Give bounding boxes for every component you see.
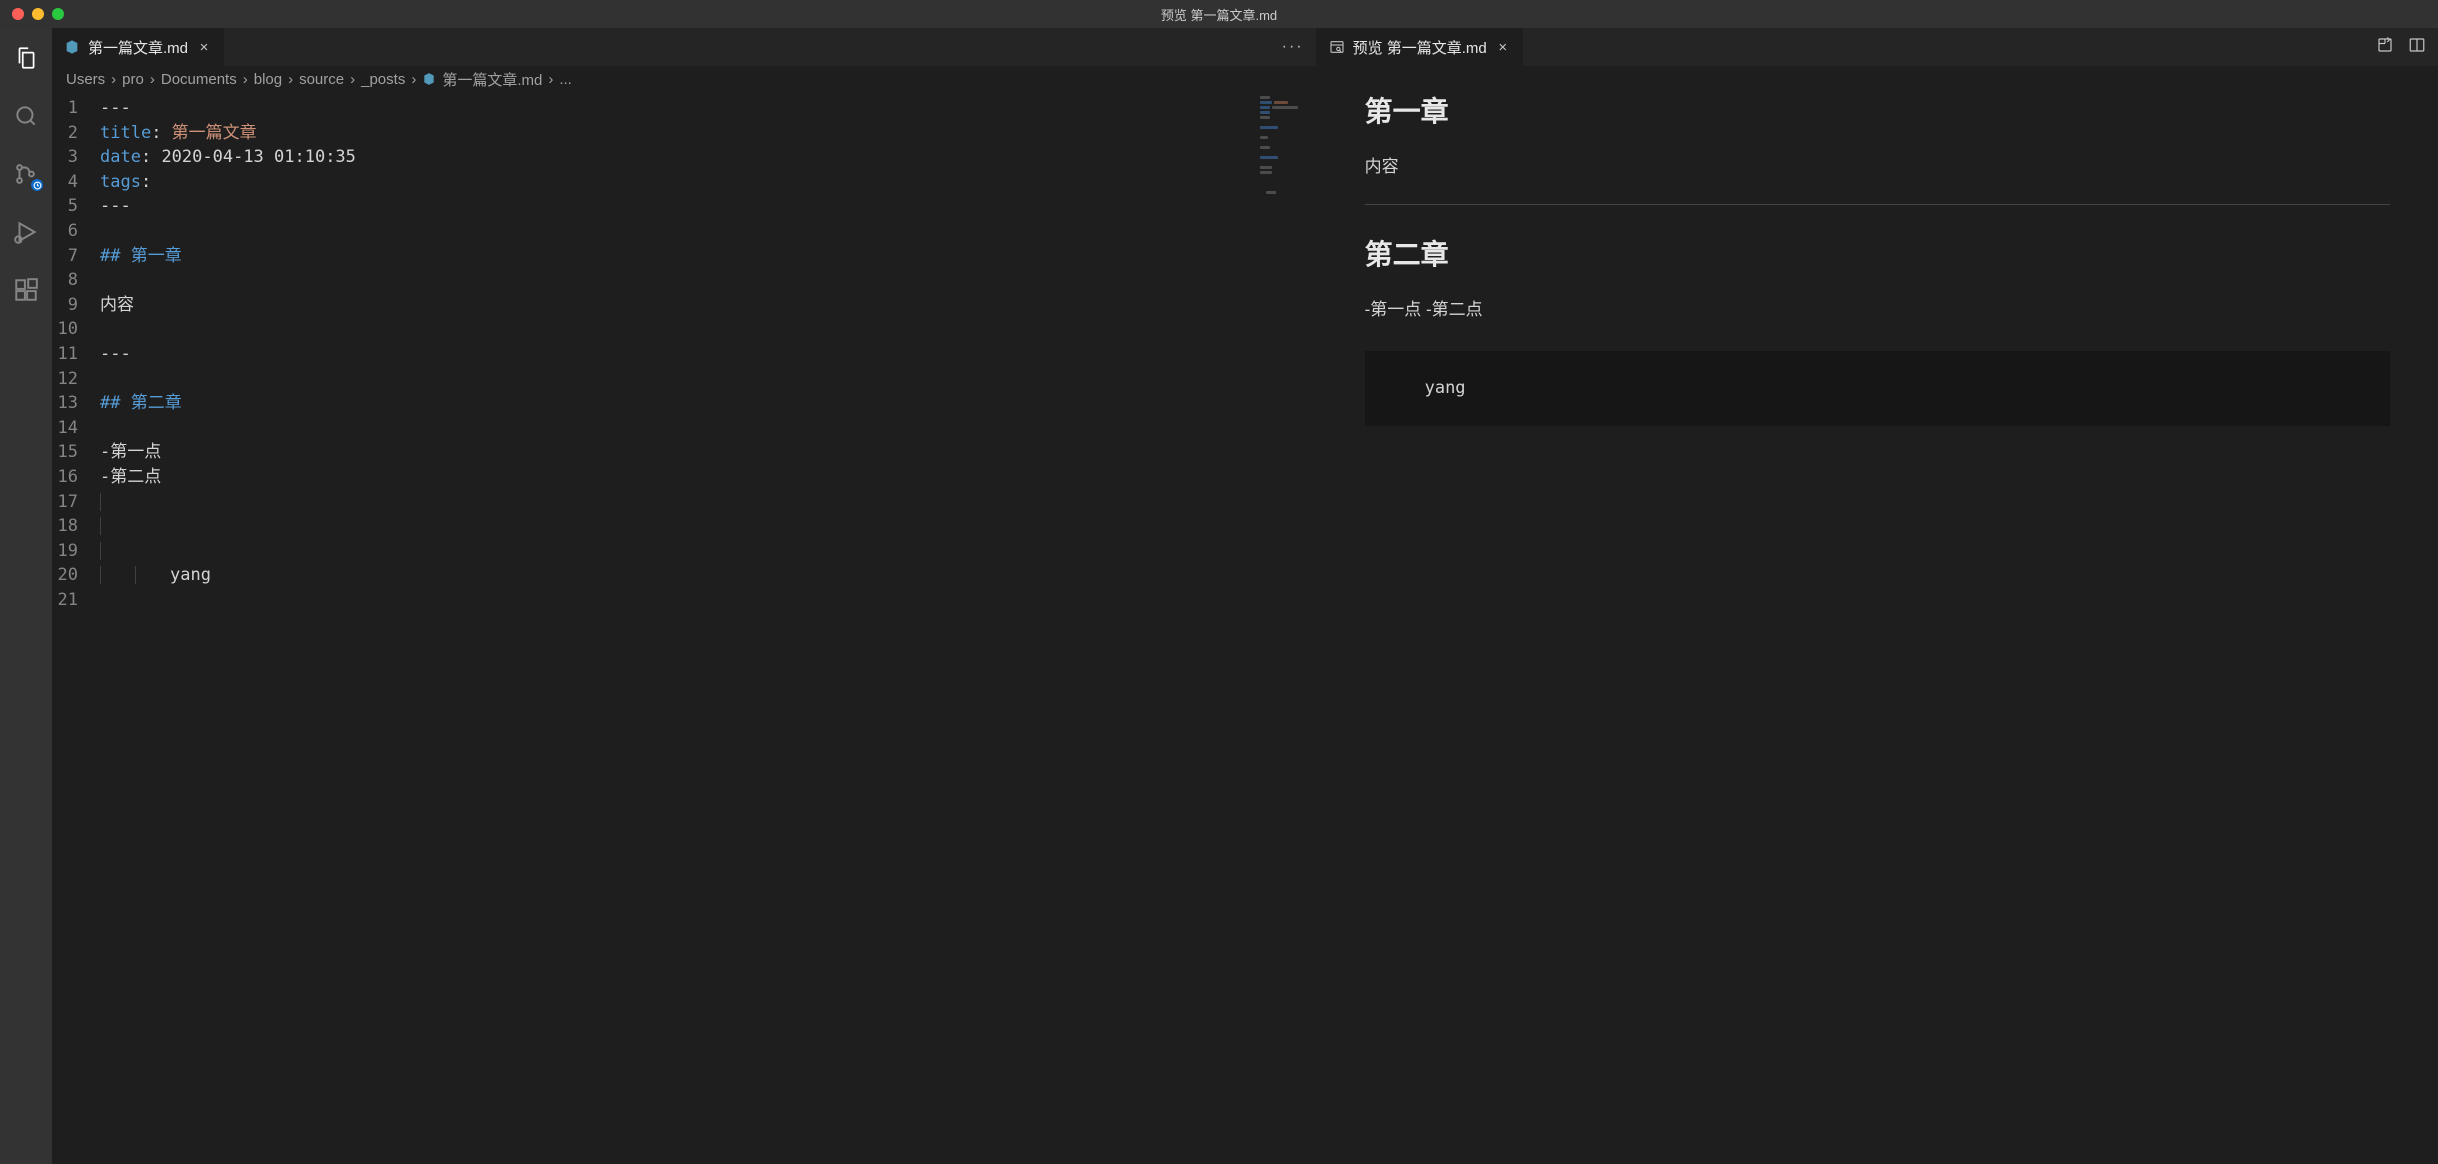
run-debug-icon[interactable]	[2, 212, 50, 252]
search-icon[interactable]	[2, 96, 50, 136]
preview-icon	[1329, 39, 1345, 55]
chevron-right-icon: ›	[548, 71, 553, 88]
extensions-icon[interactable]	[2, 270, 50, 310]
preview-tab[interactable]: 预览 第一篇文章.md ×	[1317, 28, 1524, 66]
close-tab-icon[interactable]: ×	[196, 39, 212, 56]
preview-tab-label: 预览 第一篇文章.md	[1353, 37, 1487, 58]
editor-tab-label: 第一篇文章.md	[88, 37, 188, 58]
breadcrumb-item: source	[299, 71, 344, 88]
preview-divider	[1365, 204, 2390, 205]
breadcrumb-item: Documents	[161, 71, 237, 88]
source-control-icon[interactable]	[2, 154, 50, 194]
traffic-lights	[12, 8, 64, 20]
markdown-file-icon	[422, 71, 438, 87]
close-tab-icon[interactable]: ×	[1495, 39, 1511, 56]
activity-bar	[0, 28, 52, 1164]
line-number-gutter: 1234567 891011121314 15161718192021	[52, 96, 100, 612]
minimize-window-button[interactable]	[32, 8, 44, 20]
markdown-preview[interactable]: 第一章 内容 第二章 -第一点 -第二点 yang	[1317, 66, 2438, 1164]
editor-tabbar: 第一篇文章.md × ···	[52, 28, 1316, 66]
breadcrumbs[interactable]: Users › pro › Documents › blog › source …	[52, 66, 1316, 92]
scm-pending-badge-icon	[30, 178, 44, 192]
breadcrumb-item: Users	[66, 71, 105, 88]
maximize-window-button[interactable]	[52, 8, 64, 20]
preview-heading: 第二章	[1365, 233, 2390, 278]
editor-pane: 第一篇文章.md × ··· Users › pro › Documents ›…	[52, 28, 1317, 1164]
code-editor[interactable]: 1234567 891011121314 15161718192021 --- …	[52, 92, 1316, 1164]
window-title: 预览 第一篇文章.md	[1161, 5, 1277, 24]
breadcrumb-item: 第一篇文章.md	[422, 69, 542, 90]
chevron-right-icon: ›	[350, 71, 355, 88]
preview-paragraph: 内容	[1365, 153, 2390, 180]
editor-tab[interactable]: 第一篇文章.md ×	[52, 28, 225, 66]
preview-tabbar: 预览 第一篇文章.md ×	[1317, 28, 2438, 66]
chevron-right-icon: ›	[288, 71, 293, 88]
more-actions-icon[interactable]: ···	[1282, 38, 1304, 56]
close-window-button[interactable]	[12, 8, 24, 20]
chevron-right-icon: ›	[111, 71, 116, 88]
preview-pane: 预览 第一篇文章.md ×	[1317, 28, 2438, 1164]
chevron-right-icon: ›	[411, 71, 416, 88]
editor-tab-actions: ···	[1270, 28, 1316, 66]
breadcrumb-item: blog	[254, 71, 282, 88]
preview-code-block: yang	[1365, 351, 2390, 426]
explorer-icon[interactable]	[2, 38, 50, 78]
show-source-icon[interactable]	[2376, 36, 2394, 59]
chevron-right-icon: ›	[243, 71, 248, 88]
preview-tab-actions	[2364, 28, 2438, 66]
breadcrumb-item: pro	[122, 71, 144, 88]
code-content[interactable]: --- title: 第一篇文章 date: 2020-04-13 01:10:…	[100, 96, 1316, 612]
window-titlebar: 预览 第一篇文章.md	[0, 0, 2438, 28]
breadcrumb-item: _posts	[361, 71, 405, 88]
breadcrumb-item: ...	[559, 71, 572, 88]
split-editor-icon[interactable]	[2408, 36, 2426, 59]
preview-paragraph: -第一点 -第二点	[1365, 296, 2390, 323]
chevron-right-icon: ›	[150, 71, 155, 88]
preview-heading: 第一章	[1365, 90, 2390, 135]
markdown-file-icon	[64, 39, 80, 55]
